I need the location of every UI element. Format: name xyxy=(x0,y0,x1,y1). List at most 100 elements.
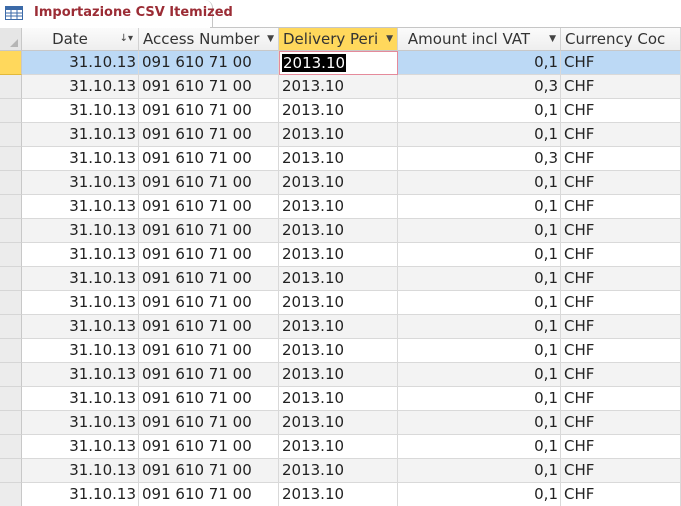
access-number-cell[interactable]: 091 610 71 00 xyxy=(139,51,279,75)
currency-cell[interactable]: CHF xyxy=(561,315,681,339)
column-header-delivery-period[interactable]: Delivery Peri ▼ xyxy=(279,28,398,51)
delivery-period-cell[interactable]: 2013.10 xyxy=(279,315,398,339)
access-number-cell[interactable]: 091 610 71 00 xyxy=(139,243,279,267)
access-number-cell[interactable]: 091 610 71 00 xyxy=(139,315,279,339)
amount-cell[interactable]: 0,1 xyxy=(398,435,561,459)
date-cell[interactable]: 31.10.13 xyxy=(22,75,139,99)
amount-cell[interactable]: 0,1 xyxy=(398,51,561,75)
currency-cell[interactable]: CHF xyxy=(561,267,681,291)
access-number-cell[interactable]: 091 610 71 00 xyxy=(139,411,279,435)
access-number-cell[interactable]: 091 610 71 00 xyxy=(139,339,279,363)
amount-cell[interactable]: 0,1 xyxy=(398,243,561,267)
delivery-period-cell[interactable]: 2013.10 xyxy=(279,51,398,75)
access-number-cell[interactable]: 091 610 71 00 xyxy=(139,75,279,99)
currency-cell[interactable]: CHF xyxy=(561,363,681,387)
tab-importazione-csv-itemized[interactable]: Importazione CSV Itemized xyxy=(0,0,233,27)
date-cell[interactable]: 31.10.13 xyxy=(22,99,139,123)
access-number-cell[interactable]: 091 610 71 00 xyxy=(139,171,279,195)
column-header-amount-incl-vat[interactable]: Amount incl VAT ▼ xyxy=(398,28,561,51)
table-row[interactable]: 31.10.13 091 610 71 00 2013.10 0,1 CHF xyxy=(0,123,681,147)
table-row[interactable]: 31.10.13 091 610 71 00 2013.10 0,1 CHF xyxy=(0,363,681,387)
delivery-period-cell[interactable]: 2013.10 xyxy=(279,459,398,483)
table-row[interactable]: 31.10.13 091 610 71 00 2013.10 0,1 CHF xyxy=(0,243,681,267)
record-selector[interactable] xyxy=(0,51,22,75)
access-number-cell[interactable]: 091 610 71 00 xyxy=(139,435,279,459)
table-row[interactable]: 31.10.13 091 610 71 00 2013.10 0,1 CHF xyxy=(0,459,681,483)
currency-cell[interactable]: CHF xyxy=(561,483,681,506)
currency-cell[interactable]: CHF xyxy=(561,123,681,147)
amount-cell[interactable]: 0,1 xyxy=(398,363,561,387)
dropdown-arrow-icon[interactable]: ▼ xyxy=(386,28,393,50)
delivery-period-cell[interactable]: 2013.10 xyxy=(279,75,398,99)
date-cell[interactable]: 31.10.13 xyxy=(22,219,139,243)
date-cell[interactable]: 31.10.13 xyxy=(22,51,139,75)
delivery-period-cell[interactable]: 2013.10 xyxy=(279,483,398,506)
access-number-cell[interactable]: 091 610 71 00 xyxy=(139,123,279,147)
column-header-currency-code[interactable]: Currency Coc xyxy=(561,28,681,51)
delivery-period-cell[interactable]: 2013.10 xyxy=(279,411,398,435)
delivery-period-cell[interactable]: 2013.10 xyxy=(279,195,398,219)
delivery-period-cell[interactable]: 2013.10 xyxy=(279,363,398,387)
currency-cell[interactable]: CHF xyxy=(561,51,681,75)
table-row[interactable]: 31.10.13 091 610 71 00 2013.10 0,1 CHF xyxy=(0,435,681,459)
currency-cell[interactable]: CHF xyxy=(561,243,681,267)
date-cell[interactable]: 31.10.13 xyxy=(22,339,139,363)
amount-cell[interactable]: 0,1 xyxy=(398,267,561,291)
record-selector[interactable] xyxy=(0,315,22,339)
table-row[interactable]: 31.10.13 091 610 71 00 2013.10 0,1 CHF xyxy=(0,315,681,339)
amount-cell[interactable]: 0,1 xyxy=(398,171,561,195)
column-header-date[interactable]: Date ↓▾ xyxy=(22,28,139,51)
record-selector[interactable] xyxy=(0,267,22,291)
date-cell[interactable]: 31.10.13 xyxy=(22,195,139,219)
currency-cell[interactable]: CHF xyxy=(561,219,681,243)
currency-cell[interactable]: CHF xyxy=(561,435,681,459)
table-row[interactable]: 31.10.13 091 610 71 00 2013.10 0,1 CHF xyxy=(0,195,681,219)
record-selector[interactable] xyxy=(0,219,22,243)
record-selector[interactable] xyxy=(0,435,22,459)
record-selector[interactable] xyxy=(0,459,22,483)
delivery-period-cell[interactable]: 2013.10 xyxy=(279,243,398,267)
table-row[interactable]: 31.10.13 091 610 71 00 2013.10 0,1 CHF xyxy=(0,219,681,243)
delivery-period-cell[interactable]: 2013.10 xyxy=(279,219,398,243)
access-number-cell[interactable]: 091 610 71 00 xyxy=(139,267,279,291)
delivery-period-cell[interactable]: 2013.10 xyxy=(279,387,398,411)
record-selector[interactable] xyxy=(0,411,22,435)
currency-cell[interactable]: CHF xyxy=(561,75,681,99)
record-selector[interactable] xyxy=(0,339,22,363)
date-cell[interactable]: 31.10.13 xyxy=(22,123,139,147)
currency-cell[interactable]: CHF xyxy=(561,147,681,171)
date-cell[interactable]: 31.10.13 xyxy=(22,435,139,459)
table-row[interactable]: 31.10.13 091 610 71 00 2013.10 0,1 CHF xyxy=(0,291,681,315)
record-selector[interactable] xyxy=(0,147,22,171)
date-cell[interactable]: 31.10.13 xyxy=(22,243,139,267)
access-number-cell[interactable]: 091 610 71 00 xyxy=(139,195,279,219)
sort-descending-filter-icon[interactable]: ↓▾ xyxy=(120,28,133,50)
currency-cell[interactable]: CHF xyxy=(561,195,681,219)
currency-cell[interactable]: CHF xyxy=(561,99,681,123)
record-selector[interactable] xyxy=(0,99,22,123)
delivery-period-cell[interactable]: 2013.10 xyxy=(279,147,398,171)
amount-cell[interactable]: 0,1 xyxy=(398,459,561,483)
record-selector[interactable] xyxy=(0,291,22,315)
amount-cell[interactable]: 0,1 xyxy=(398,99,561,123)
record-selector[interactable] xyxy=(0,171,22,195)
amount-cell[interactable]: 0,1 xyxy=(398,339,561,363)
table-row[interactable]: 31.10.13 091 610 71 00 2013.10 0,1 CHF xyxy=(0,387,681,411)
access-number-cell[interactable]: 091 610 71 00 xyxy=(139,363,279,387)
date-cell[interactable]: 31.10.13 xyxy=(22,411,139,435)
access-number-cell[interactable]: 091 610 71 00 xyxy=(139,387,279,411)
amount-cell[interactable]: 0,1 xyxy=(398,411,561,435)
amount-cell[interactable]: 0,1 xyxy=(398,219,561,243)
amount-cell[interactable]: 0,3 xyxy=(398,75,561,99)
table-row[interactable]: 31.10.13 091 610 71 00 2013.10 0,3 CHF xyxy=(0,147,681,171)
date-cell[interactable]: 31.10.13 xyxy=(22,483,139,506)
date-cell[interactable]: 31.10.13 xyxy=(22,267,139,291)
date-cell[interactable]: 31.10.13 xyxy=(22,171,139,195)
access-number-cell[interactable]: 091 610 71 00 xyxy=(139,459,279,483)
column-header-access-number[interactable]: Access Number ▼ xyxy=(139,28,279,51)
delivery-period-cell[interactable]: 2013.10 xyxy=(279,267,398,291)
delivery-period-cell[interactable]: 2013.10 xyxy=(279,339,398,363)
amount-cell[interactable]: 0,1 xyxy=(398,291,561,315)
select-all-button[interactable] xyxy=(0,28,22,51)
date-cell[interactable]: 31.10.13 xyxy=(22,291,139,315)
